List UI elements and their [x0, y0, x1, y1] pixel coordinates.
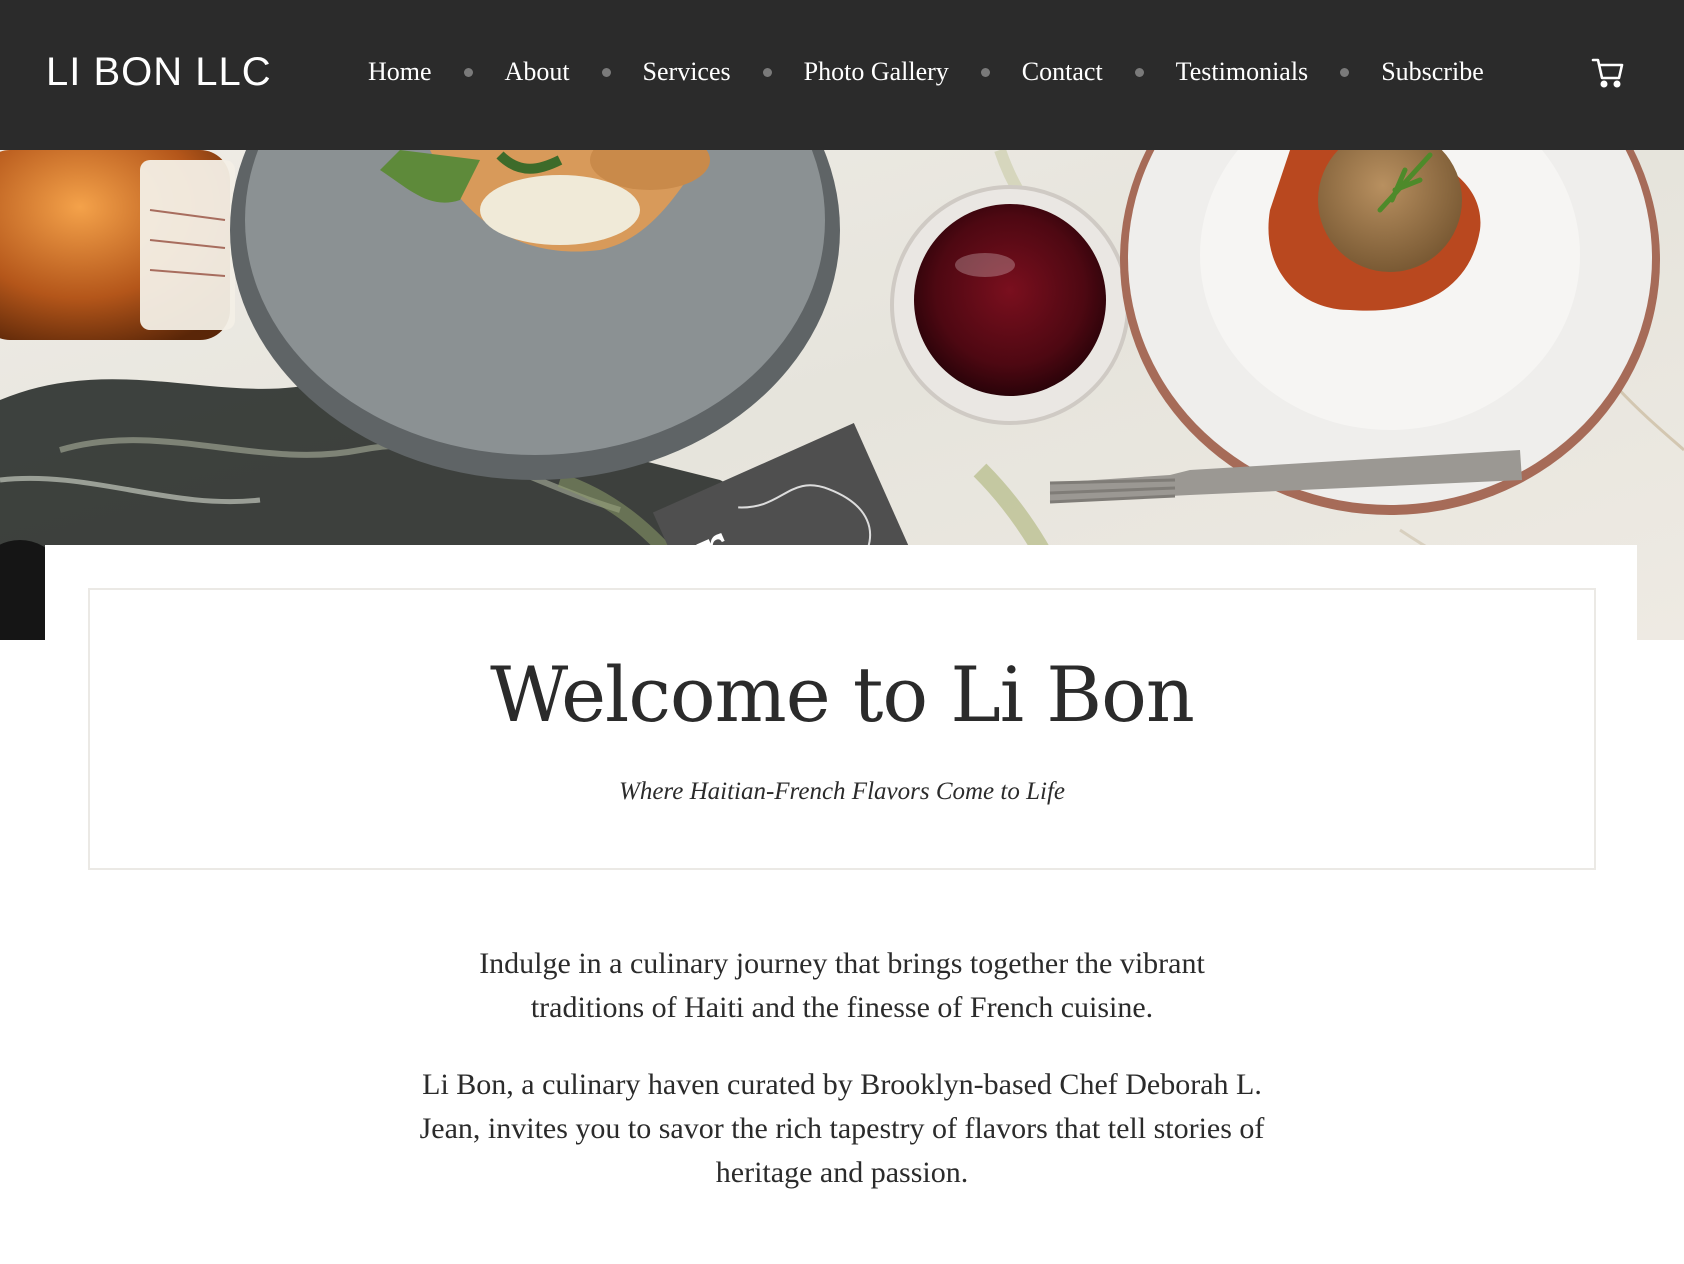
- nav-separator: [980, 67, 990, 77]
- nav-home[interactable]: Home: [368, 54, 432, 90]
- page-title: Welcome to Li Bon: [490, 650, 1195, 739]
- intro-paragraph: Indulge in a culinary journey that bring…: [479, 947, 1205, 1024]
- nav-separator: [601, 67, 611, 77]
- page-subtitle: Where Haitian-French Flavors Come to Lif…: [619, 778, 1065, 805]
- welcome-card-border: Welcome to Li Bon Where Haitian-French F…: [88, 588, 1596, 870]
- site-header: LI BON LLC Home About Services Photo Gal…: [0, 0, 1684, 150]
- nav-about[interactable]: About: [505, 54, 570, 90]
- site-logo[interactable]: LI BON LLC: [46, 50, 272, 94]
- nav-testimonials[interactable]: Testimonials: [1176, 54, 1309, 90]
- shopping-cart-icon[interactable]: [1590, 54, 1626, 90]
- nav-services[interactable]: Services: [643, 54, 731, 90]
- nav-separator: [1134, 67, 1144, 77]
- nav-separator: [1340, 67, 1350, 77]
- nav-separator: [463, 67, 473, 77]
- welcome-card: Welcome to Li Bon Where Haitian-French F…: [45, 545, 1637, 885]
- chef-paragraph: Li Bon, a culinary haven curated by Broo…: [419, 1068, 1265, 1189]
- nav-photo-gallery[interactable]: Photo Gallery: [804, 54, 949, 90]
- main-nav: Home About Services Photo Gallery Contac…: [368, 54, 1484, 90]
- nav-subscribe[interactable]: Subscribe: [1381, 54, 1484, 90]
- nav-contact[interactable]: Contact: [1022, 54, 1103, 90]
- intro-section: Indulge in a culinary journey that bring…: [400, 942, 1284, 1195]
- nav-separator: [762, 67, 772, 77]
